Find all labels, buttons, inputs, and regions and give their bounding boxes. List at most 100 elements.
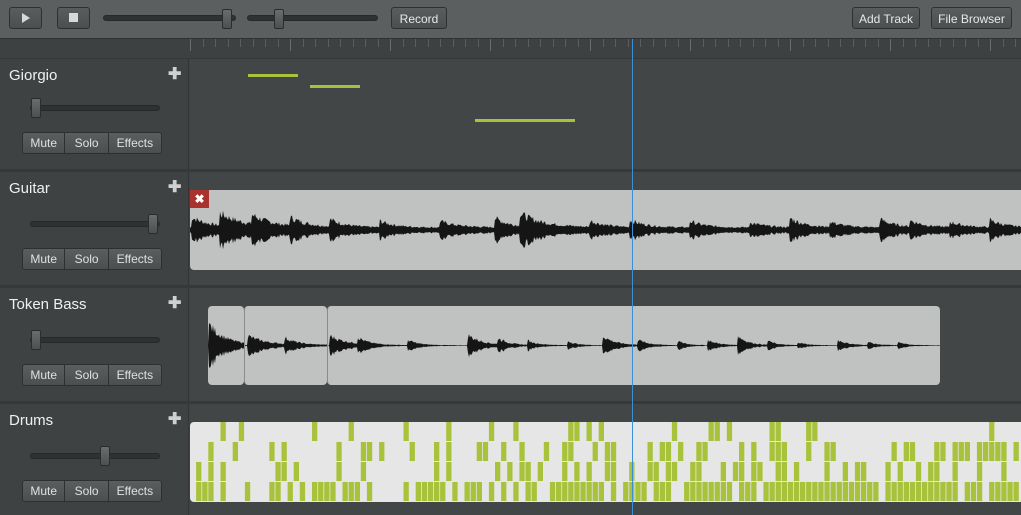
ruler-tick [328,39,329,47]
drum-hit [702,482,708,501]
ruler-tick [578,39,579,47]
track-volume-knob[interactable] [100,446,110,466]
playhead[interactable] [632,39,633,515]
file-browser-button[interactable]: File Browser [931,7,1012,29]
close-icon[interactable]: ✖ [190,190,209,208]
drum-hit [446,442,452,461]
drum-hit [574,462,580,481]
effects-button[interactable]: Effects [108,365,161,385]
master-pan-slider[interactable] [247,15,378,21]
drum-pattern-region[interactable] [190,422,1021,502]
drum-hit [891,482,897,501]
record-button[interactable]: Record [391,7,447,29]
audio-region-guitar[interactable]: ✖ [190,190,1021,270]
track-volume-slider[interactable] [30,453,160,459]
drum-hit [714,482,720,501]
audio-region-bass[interactable] [208,306,244,385]
solo-button[interactable]: Solo [65,481,109,501]
track-lane-token-bass[interactable] [190,288,1021,401]
drum-hit [513,422,519,441]
mute-button[interactable]: Mute [23,365,66,385]
track-volume-knob[interactable] [31,98,41,118]
drum-hit [751,482,757,501]
drum-hit [495,462,501,481]
ruler-tick [878,39,879,47]
track-lane-guitar[interactable]: ✖ [190,172,1021,285]
drum-hit [403,482,409,501]
waveform-path [245,335,327,356]
drum-hit [647,442,653,461]
drum-hit [574,482,580,501]
ruler-tick [653,39,654,47]
drum-hit [434,442,440,461]
master-volume-knob[interactable] [222,9,232,29]
effects-button[interactable]: Effects [108,133,161,153]
drum-hit [665,442,672,461]
drum-hit [915,462,922,481]
drum-hit [964,482,970,501]
drum-hit [854,462,861,481]
waveform-path [208,323,244,368]
ruler-tick [315,39,316,47]
solo-button[interactable]: Solo [65,365,109,385]
track-lane-giorgio[interactable] [190,59,1021,169]
midi-note[interactable] [248,74,298,77]
drum-hit [232,442,238,461]
drum-hit [995,482,1001,501]
solo-button[interactable]: Solo [65,133,109,153]
drum-hit [196,462,202,481]
audio-region-bass[interactable] [244,306,327,385]
track-buttons: Mute Solo Effects [22,364,162,386]
drum-hit [568,482,574,501]
add-track-button[interactable]: Add Track [852,7,920,29]
drum-hit [915,482,922,501]
solo-button[interactable]: Solo [65,249,109,269]
track-volume-slider[interactable] [30,337,160,343]
drum-hit [324,482,330,501]
drum-hit [665,462,672,481]
drum-hit [580,482,586,501]
drum-hit [976,482,983,501]
drum-hit [574,422,580,441]
drum-hit [586,482,592,501]
play-button[interactable] [9,7,42,29]
track-volume-slider[interactable] [30,221,160,227]
track-volume-knob[interactable] [31,330,41,350]
ruler-tick [678,39,679,47]
drum-hit [568,422,574,441]
drum-hit [781,442,787,461]
drum-hit [909,442,916,461]
drum-hit [342,482,348,501]
midi-note[interactable] [475,119,575,122]
ruler-tick [428,39,429,47]
plus-icon[interactable]: ✚ [168,177,181,197]
effects-button[interactable]: Effects [108,249,161,269]
drum-hit [867,482,873,501]
drum-hit [360,462,367,481]
drum-hit [690,462,696,481]
drum-hit [208,482,214,501]
timeline-ruler[interactable] [0,39,1021,59]
master-volume-slider[interactable] [103,15,236,21]
drum-hit [525,462,531,481]
drum-hit [995,442,1001,461]
effects-button[interactable]: Effects [108,481,161,501]
stop-button[interactable] [57,7,90,29]
track-volume-slider[interactable] [30,105,160,111]
drum-hit [537,462,543,481]
track-volume-knob[interactable] [148,214,158,234]
plus-icon[interactable]: ✚ [168,64,181,84]
mute-button[interactable]: Mute [23,481,66,501]
waveform [245,335,327,356]
plus-icon[interactable]: ✚ [168,409,181,429]
plus-icon[interactable]: ✚ [168,293,181,313]
master-pan-knob[interactable] [274,9,284,29]
drum-hit [318,482,324,501]
midi-note[interactable] [310,85,360,88]
audio-region-bass[interactable] [327,306,940,385]
track-lane-drums[interactable] [190,404,1021,515]
mute-button[interactable]: Mute [23,249,66,269]
drum-hit [787,482,794,501]
drum-hit [690,482,696,501]
mute-button[interactable]: Mute [23,133,66,153]
